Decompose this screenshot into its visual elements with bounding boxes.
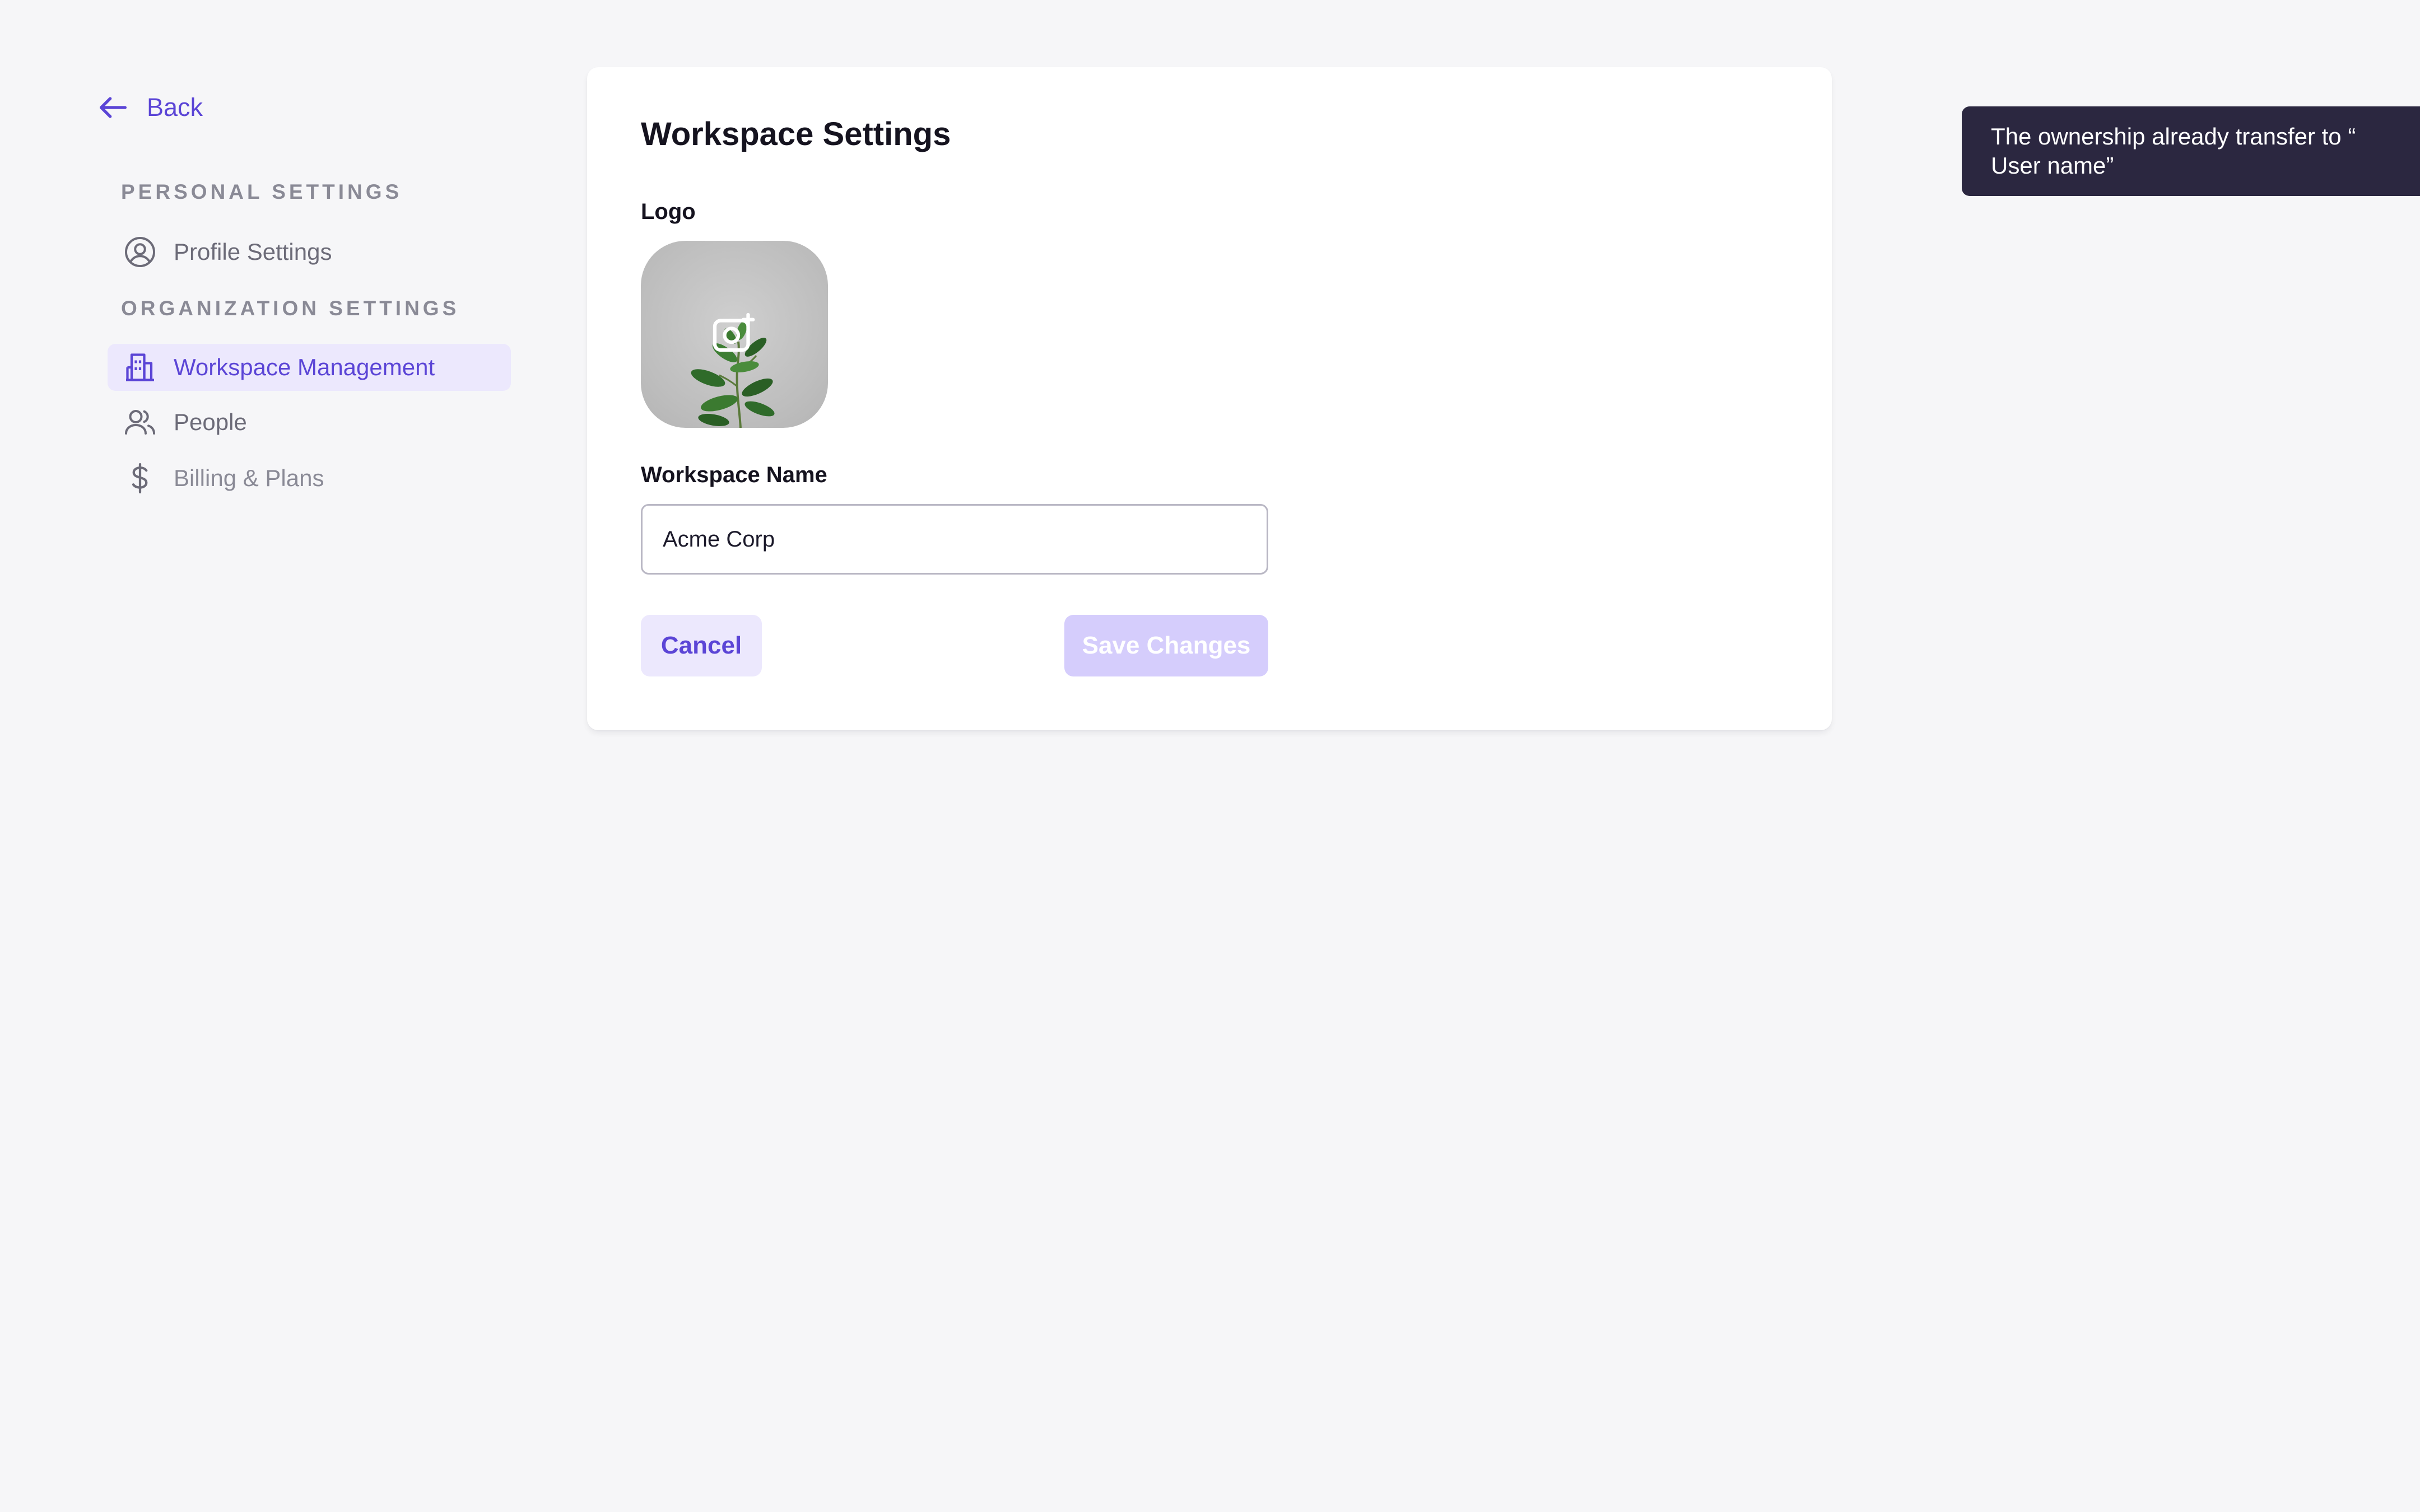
organization-settings-header: ORGANIZATION SETTINGS (121, 297, 460, 320)
people-icon (125, 410, 155, 435)
sidebar-item-label: Profile Settings (174, 239, 332, 265)
sidebar-item-label: People (174, 409, 247, 435)
sidebar-item-billing-plans[interactable]: Billing & Plans (108, 455, 511, 502)
workspace-settings-card: Workspace Settings Logo Workspace Name A… (587, 67, 1832, 730)
sidebar-item-label: Workspace Management (174, 354, 435, 380)
sidebar-item-profile-settings[interactable]: Profile Settings (108, 228, 511, 276)
personal-settings-header: PERSONAL SETTINGS (121, 180, 403, 203)
user-circle-icon (125, 237, 155, 267)
building-icon (126, 353, 154, 381)
sidebar-item-workspace-management[interactable]: Workspace Management (108, 344, 511, 391)
sidebar-item-label: Billing & Plans (174, 465, 324, 491)
page-title: Workspace Settings (641, 116, 951, 152)
camera-plus-icon[interactable] (711, 311, 758, 358)
toast-message: The ownership already transfer to “ User… (1991, 123, 2356, 179)
back-link[interactable]: Back (95, 90, 203, 125)
cancel-button[interactable]: Cancel (641, 615, 762, 676)
logo-label: Logo (641, 199, 696, 224)
save-changes-button[interactable]: Save Changes (1064, 615, 1268, 676)
arrow-left-icon (100, 97, 127, 118)
workspace-name-label: Workspace Name (641, 463, 827, 487)
dollar-icon (132, 463, 148, 494)
sidebar-item-people[interactable]: People (108, 399, 511, 446)
ownership-toast: The ownership already transfer to “ User… (1962, 106, 2420, 196)
back-label: Back (147, 93, 203, 122)
workspace-name-input[interactable] (641, 504, 1268, 575)
logo-upload[interactable] (641, 241, 828, 428)
